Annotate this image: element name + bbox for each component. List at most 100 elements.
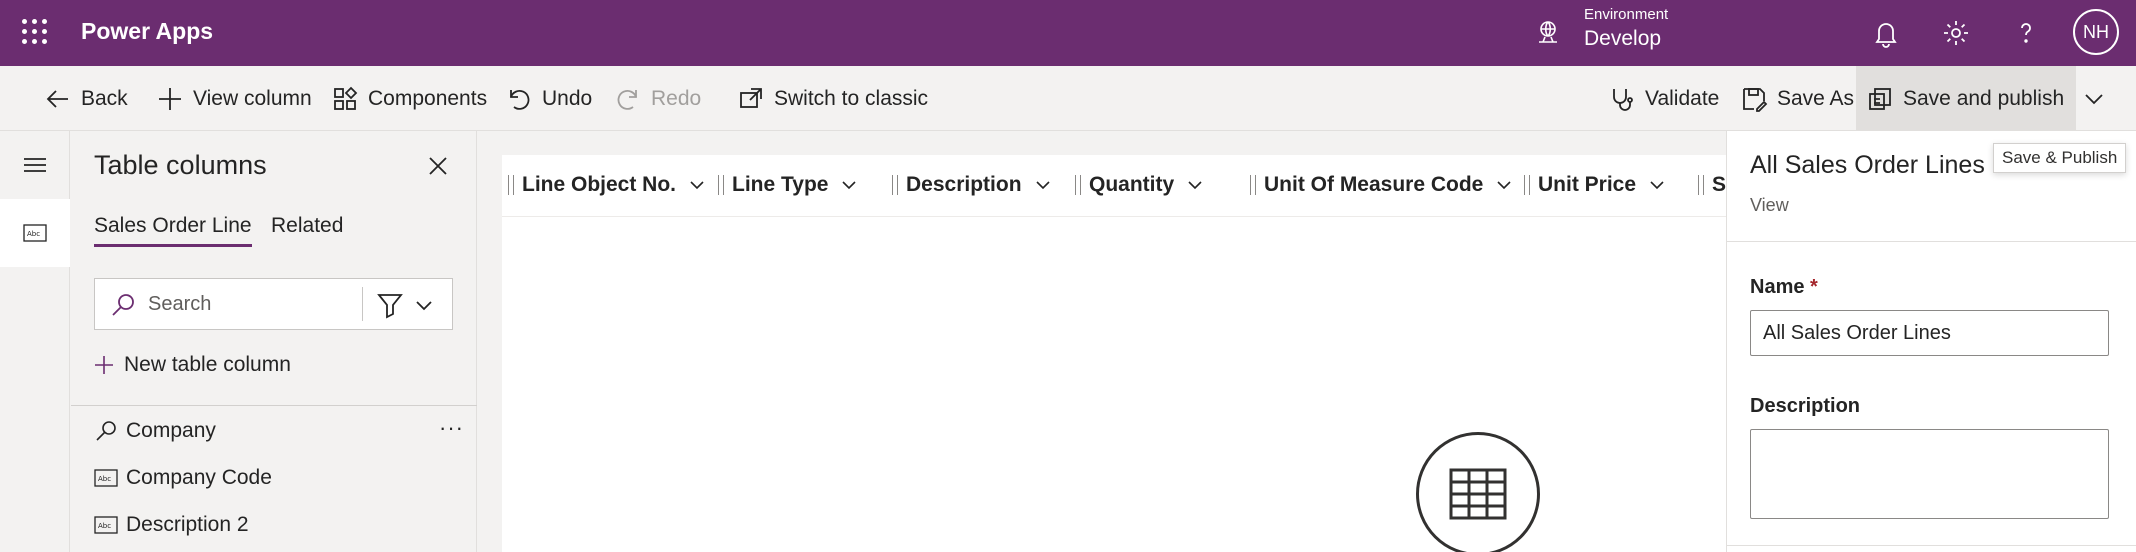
tab-sales-order-line[interactable]: Sales Order Line [94, 214, 252, 247]
undo-button[interactable]: Undo [505, 66, 592, 131]
panel-title: Table columns [94, 150, 267, 180]
column-search-box[interactable]: Search [94, 278, 453, 330]
back-button[interactable]: Back [44, 66, 128, 131]
view-title: All Sales Order Lines [1750, 151, 1985, 179]
view-subtitle: View [1750, 195, 1789, 215]
components-button[interactable]: Components [331, 66, 487, 131]
view-column-button[interactable]: View column [156, 66, 312, 131]
new-table-column-label: New table column [124, 353, 291, 376]
redo-button[interactable]: Redo [614, 66, 701, 131]
app-title[interactable]: Power Apps [81, 18, 213, 45]
chevron-down-icon [2085, 93, 2103, 104]
save-as-icon [1743, 87, 1768, 112]
redo-icon [617, 89, 637, 110]
grid-column-label: Line Type [732, 173, 829, 196]
validate-button[interactable]: Validate [1608, 66, 1719, 131]
grid-column-description[interactable]: Description [892, 173, 1054, 197]
chevron-down-icon [1497, 181, 1511, 190]
grid-column-label: Unit Price [1538, 173, 1637, 196]
grid-column-unit-price[interactable]: Unit Price [1524, 173, 1668, 197]
svg-text:Abc: Abc [27, 230, 40, 238]
resize-grip-icon[interactable] [1698, 175, 1704, 195]
notifications-icon[interactable] [1870, 17, 1902, 49]
stethoscope-icon [1613, 88, 1633, 111]
grid-column-label: Unit Of Measure Code [1264, 173, 1484, 196]
search-placeholder: Search [148, 293, 212, 315]
close-icon[interactable] [425, 153, 451, 179]
search-icon [112, 294, 134, 316]
user-avatar[interactable]: NH [2073, 9, 2119, 55]
chevron-down-icon [1035, 181, 1050, 190]
environment-value[interactable]: Develop [1584, 27, 1661, 51]
panel-divider [71, 405, 477, 406]
validate-label: Validate [1645, 86, 1720, 110]
back-arrow-icon [46, 89, 68, 108]
chevron-down-icon [842, 181, 857, 190]
grid-column-line-type[interactable]: Line Type [718, 173, 860, 197]
required-indicator: * [1810, 276, 1818, 298]
filter-icon[interactable] [375, 290, 405, 320]
column-list-item[interactable]: Company ··· [94, 415, 464, 447]
settings-gear-icon[interactable] [1940, 17, 1972, 49]
add-icon [159, 87, 181, 110]
resize-grip-icon[interactable] [1250, 175, 1256, 195]
resize-grip-icon[interactable] [718, 175, 724, 195]
grid-column-label: Line Object No. [522, 173, 677, 196]
chevron-down-icon[interactable] [411, 292, 437, 318]
publish-icon [1869, 87, 1891, 110]
components-icon [334, 86, 358, 110]
switch-to-classic-button[interactable]: Switch to classic [737, 66, 928, 131]
grid-column-unit-of-measure-code[interactable]: Unit Of Measure Code [1250, 173, 1515, 197]
name-field-label: Name * [1750, 276, 1818, 299]
table-columns-rail-button[interactable]: Abc [0, 199, 70, 267]
column-name: Company Code [126, 466, 272, 489]
grid-column-quantity[interactable]: Quantity [1075, 173, 1206, 197]
description-input[interactable] [1750, 429, 2109, 519]
resize-grip-icon[interactable] [1075, 175, 1081, 195]
save-and-publish-label: Save and publish [1903, 86, 2065, 110]
environment-icon[interactable] [1534, 18, 1562, 46]
undo-label: Undo [542, 86, 593, 110]
open-external-icon [740, 87, 762, 108]
redo-label: Redo [651, 86, 702, 110]
undo-icon [510, 89, 530, 110]
text-field-icon: Abc [94, 516, 118, 534]
column-list-item[interactable]: Abc Description 2 [94, 509, 464, 541]
table-columns-panel: Table columns Sales Order Line Related S… [71, 131, 477, 552]
name-input[interactable]: All Sales Order Lines [1750, 310, 2109, 356]
more-options-icon[interactable]: ··· [439, 415, 464, 441]
svg-text:Abc: Abc [98, 475, 111, 483]
column-name: Description 2 [126, 513, 249, 536]
help-icon[interactable] [2010, 17, 2042, 49]
back-label: Back [81, 86, 128, 110]
svg-text:Abc: Abc [98, 522, 111, 530]
description-field-label: Description [1750, 395, 1861, 417]
resize-grip-icon[interactable] [892, 175, 898, 195]
add-icon [95, 356, 113, 374]
column-list-item[interactable]: Abc Company Code [94, 462, 464, 494]
lookup-icon [96, 421, 116, 441]
text-field-icon: Abc [94, 469, 118, 487]
empty-table-icon [1416, 432, 1540, 552]
app-launcher-icon[interactable] [22, 19, 48, 45]
view-column-label: View column [193, 86, 312, 110]
hamburger-icon [24, 158, 46, 172]
grid-column-label: Description [906, 173, 1022, 196]
environment-label: Environment [1584, 6, 1669, 23]
resize-grip-icon[interactable] [1524, 175, 1530, 195]
save-as-label: Save As [1777, 86, 1855, 110]
grid-column-label: Sh [1712, 173, 1726, 196]
collapse-nav-button[interactable] [0, 131, 70, 199]
components-label: Components [368, 86, 488, 110]
view-properties-panel: All Sales Order Lines View Name * All Sa… [1726, 131, 2136, 552]
save-options-dropdown[interactable] [2072, 66, 2116, 131]
chevron-down-icon [690, 181, 704, 190]
new-table-column-button[interactable]: New table column [94, 353, 291, 377]
resize-grip-icon[interactable] [508, 175, 514, 195]
tab-related[interactable]: Related [271, 214, 343, 238]
save-and-publish-button[interactable]: Save and publish [1856, 66, 2077, 131]
grid-column-line-object-no[interactable]: Line Object No. [508, 173, 708, 197]
view-designer-canvas: Line Object No. Line Type Description Qu… [502, 155, 1726, 552]
save-as-button[interactable]: Save As [1740, 66, 1854, 131]
grid-column-truncated[interactable]: Sh [1698, 173, 1726, 197]
